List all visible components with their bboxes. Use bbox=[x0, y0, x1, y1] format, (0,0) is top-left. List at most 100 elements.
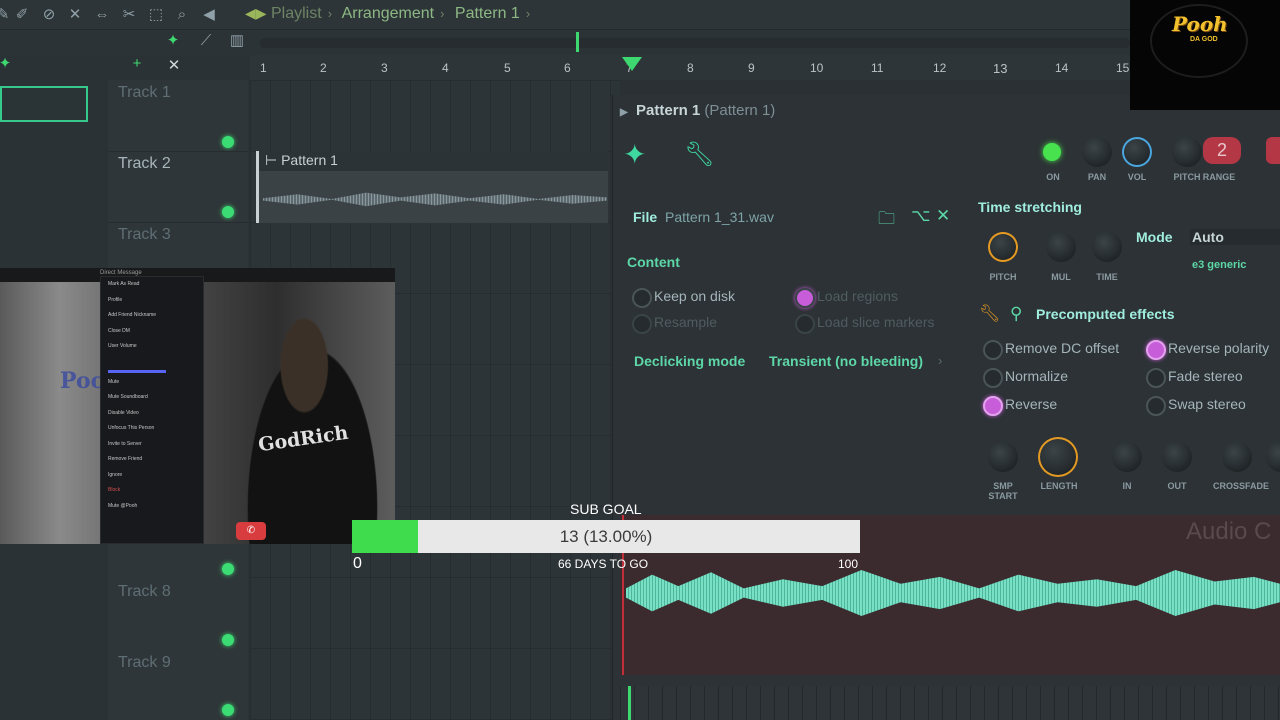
fade-stereo-option[interactable]: Fade stereo bbox=[1146, 368, 1243, 388]
track-mute-led[interactable] bbox=[222, 563, 234, 575]
add-icon[interactable]: + bbox=[128, 55, 146, 73]
swap-stereo-option[interactable]: Swap stereo bbox=[1146, 396, 1246, 416]
user-volume-slider[interactable] bbox=[108, 370, 166, 373]
track-name[interactable]: Track 3 bbox=[118, 226, 171, 244]
breadcrumb-playlist[interactable]: Playlist bbox=[271, 5, 322, 22]
remove-dc-offset-option[interactable]: Remove DC offset bbox=[983, 340, 1119, 360]
mute-icon[interactable]: ✕ bbox=[66, 6, 84, 24]
menu-item[interactable]: User Volume bbox=[101, 339, 203, 355]
pitch-knob[interactable] bbox=[1172, 137, 1202, 167]
track-name[interactable]: Track 8 bbox=[118, 583, 171, 601]
menu-item[interactable]: Disable Video bbox=[101, 406, 203, 422]
file-name[interactable]: Pattern 1_31.wav bbox=[665, 209, 774, 225]
channel-subtitle: (Pattern 1) bbox=[704, 102, 776, 119]
track-mute-led[interactable] bbox=[222, 634, 234, 646]
top-toolbar: ✎ ✐ ⊘ ✕ ⇔ ✂ ⬚ ⌕ ◀ ◀▶ Playlist › Arrangeme… bbox=[0, 0, 1130, 30]
horizontal-scrollbar[interactable] bbox=[260, 38, 1130, 48]
link-icon[interactable]: ⟋ bbox=[197, 32, 215, 50]
reverse-polarity-option[interactable]: Reverse polarity bbox=[1146, 340, 1269, 360]
resample-option[interactable]: Resample bbox=[632, 314, 717, 334]
slip-icon[interactable]: ⇔ bbox=[93, 6, 111, 24]
menu-item[interactable]: Mute Soundboard bbox=[101, 390, 203, 406]
slice-icon[interactable]: ✂ bbox=[120, 6, 138, 24]
knob-label: PITCH bbox=[989, 272, 1017, 282]
pan-knob[interactable] bbox=[1082, 137, 1112, 167]
knob-label: VOL bbox=[1127, 172, 1147, 182]
breadcrumb-arrangement[interactable]: Arrangement bbox=[342, 5, 435, 22]
menu-item[interactable]: Close DM bbox=[101, 324, 203, 340]
file-label: File bbox=[633, 209, 658, 225]
menu-item[interactable]: Mute @Pooh bbox=[101, 499, 203, 515]
breadcrumb-pattern[interactable]: Pattern 1 bbox=[455, 5, 520, 22]
track-mute-led[interactable] bbox=[222, 206, 234, 218]
out-knob[interactable] bbox=[1162, 442, 1192, 472]
reverse-option[interactable]: Reverse bbox=[983, 396, 1057, 416]
goal-title: SUB GOAL bbox=[570, 501, 642, 517]
end-call-icon[interactable]: ✆ bbox=[236, 522, 266, 540]
waveform-icon[interactable]: ✦ bbox=[164, 32, 182, 50]
close-icon[interactable]: ✕ bbox=[165, 57, 183, 75]
delete-icon[interactable]: ⊘ bbox=[40, 6, 58, 24]
extra-control[interactable] bbox=[1266, 137, 1280, 164]
tool-icon[interactable]: ✎ bbox=[0, 6, 12, 24]
menu-item[interactable]: Block bbox=[101, 483, 203, 499]
range-value[interactable]: 2 bbox=[1203, 137, 1241, 164]
stretch-pitch-knob[interactable] bbox=[988, 232, 1018, 262]
channel-on-led[interactable] bbox=[1043, 143, 1061, 161]
menu-item[interactable]: Mute bbox=[101, 375, 203, 391]
timeline-ruler[interactable]: 1 2 3 4 5 6 7 8 9 10 11 12 13 14 15 bbox=[250, 55, 1130, 80]
length-knob[interactable] bbox=[1038, 437, 1078, 477]
sample-start-knob[interactable] bbox=[988, 442, 1018, 472]
volume-knob[interactable] bbox=[1122, 137, 1152, 167]
stretch-time-knob[interactable] bbox=[1092, 232, 1122, 262]
close-icon[interactable]: ✕ bbox=[936, 206, 950, 226]
in-knob[interactable] bbox=[1112, 442, 1142, 472]
menu-item[interactable]: Profile bbox=[101, 293, 203, 309]
picker-clip[interactable] bbox=[0, 86, 88, 122]
menu-item[interactable]: Remove Friend bbox=[101, 452, 203, 468]
playback-icon[interactable]: ◀ bbox=[200, 6, 218, 24]
mode-select[interactable]: Auto bbox=[1190, 229, 1280, 245]
mode-label: Mode bbox=[1136, 229, 1173, 245]
menu-item[interactable]: Unfocus This Person bbox=[101, 421, 203, 437]
draw-icon[interactable]: ✐ bbox=[13, 6, 31, 24]
menu-item[interactable]: Mark As Read bbox=[101, 277, 203, 293]
declicking-select[interactable]: Transient (no bleeding) bbox=[769, 353, 923, 369]
waveform-icon[interactable]: ✦ bbox=[623, 138, 646, 171]
knob-label: RANGE bbox=[1202, 172, 1236, 182]
goal-progress-bar: 13 (13.00%) bbox=[352, 520, 860, 553]
pattern-clip[interactable]: ⊢ Pattern 1 bbox=[256, 151, 608, 223]
piano-icon[interactable]: ▥ bbox=[228, 32, 246, 50]
breadcrumb: ◀▶ Playlist › Arrangement › Pattern 1 › bbox=[245, 5, 531, 22]
stretch-mul-knob[interactable] bbox=[1046, 232, 1076, 262]
ruler-bar-number: 8 bbox=[687, 61, 694, 75]
wrench-icon[interactable]: 🔧︎ bbox=[684, 140, 714, 169]
folder-icon[interactable]: 🗀︎ bbox=[878, 206, 895, 235]
track-name[interactable]: Track 9 bbox=[118, 654, 171, 672]
track-name[interactable]: Track 2 bbox=[118, 155, 171, 173]
locate-icon[interactable]: ⌥ bbox=[911, 206, 931, 226]
ruler-bar-number: 10 bbox=[810, 61, 824, 75]
load-slice-markers-option[interactable]: Load slice markers bbox=[795, 314, 935, 334]
track-mute-led[interactable] bbox=[222, 136, 234, 148]
crossfade-knob[interactable] bbox=[1222, 442, 1252, 472]
zoom-icon[interactable]: ⌕ bbox=[173, 6, 191, 24]
menu-item[interactable]: Ignore bbox=[101, 468, 203, 484]
waveform-icon[interactable]: ✦ bbox=[0, 55, 14, 73]
keep-on-disk-option[interactable]: Keep on disk bbox=[632, 288, 735, 308]
goal-max: 100 bbox=[838, 557, 859, 571]
ruler-bar-number: 13 bbox=[993, 61, 1008, 76]
normalize-option[interactable]: Normalize bbox=[983, 368, 1068, 388]
load-regions-option[interactable]: Load regions bbox=[795, 288, 898, 308]
bottom-timeline-strip[interactable] bbox=[620, 686, 1280, 720]
menu-item[interactable]: Invite to Server bbox=[101, 437, 203, 453]
streamer-logo-sub: DA GOD bbox=[1190, 36, 1218, 43]
track-mute-led[interactable] bbox=[222, 704, 234, 716]
chevron-right-icon[interactable]: › bbox=[938, 353, 942, 368]
track-name[interactable]: Track 1 bbox=[118, 84, 171, 102]
select-icon[interactable]: ⬚ bbox=[147, 6, 165, 24]
menu-item[interactable]: Add Friend Nickname bbox=[101, 308, 203, 324]
playhead-marker[interactable] bbox=[622, 57, 642, 71]
expand-icon[interactable]: ▶ bbox=[620, 107, 628, 118]
scroll-position-marker[interactable] bbox=[576, 32, 579, 52]
